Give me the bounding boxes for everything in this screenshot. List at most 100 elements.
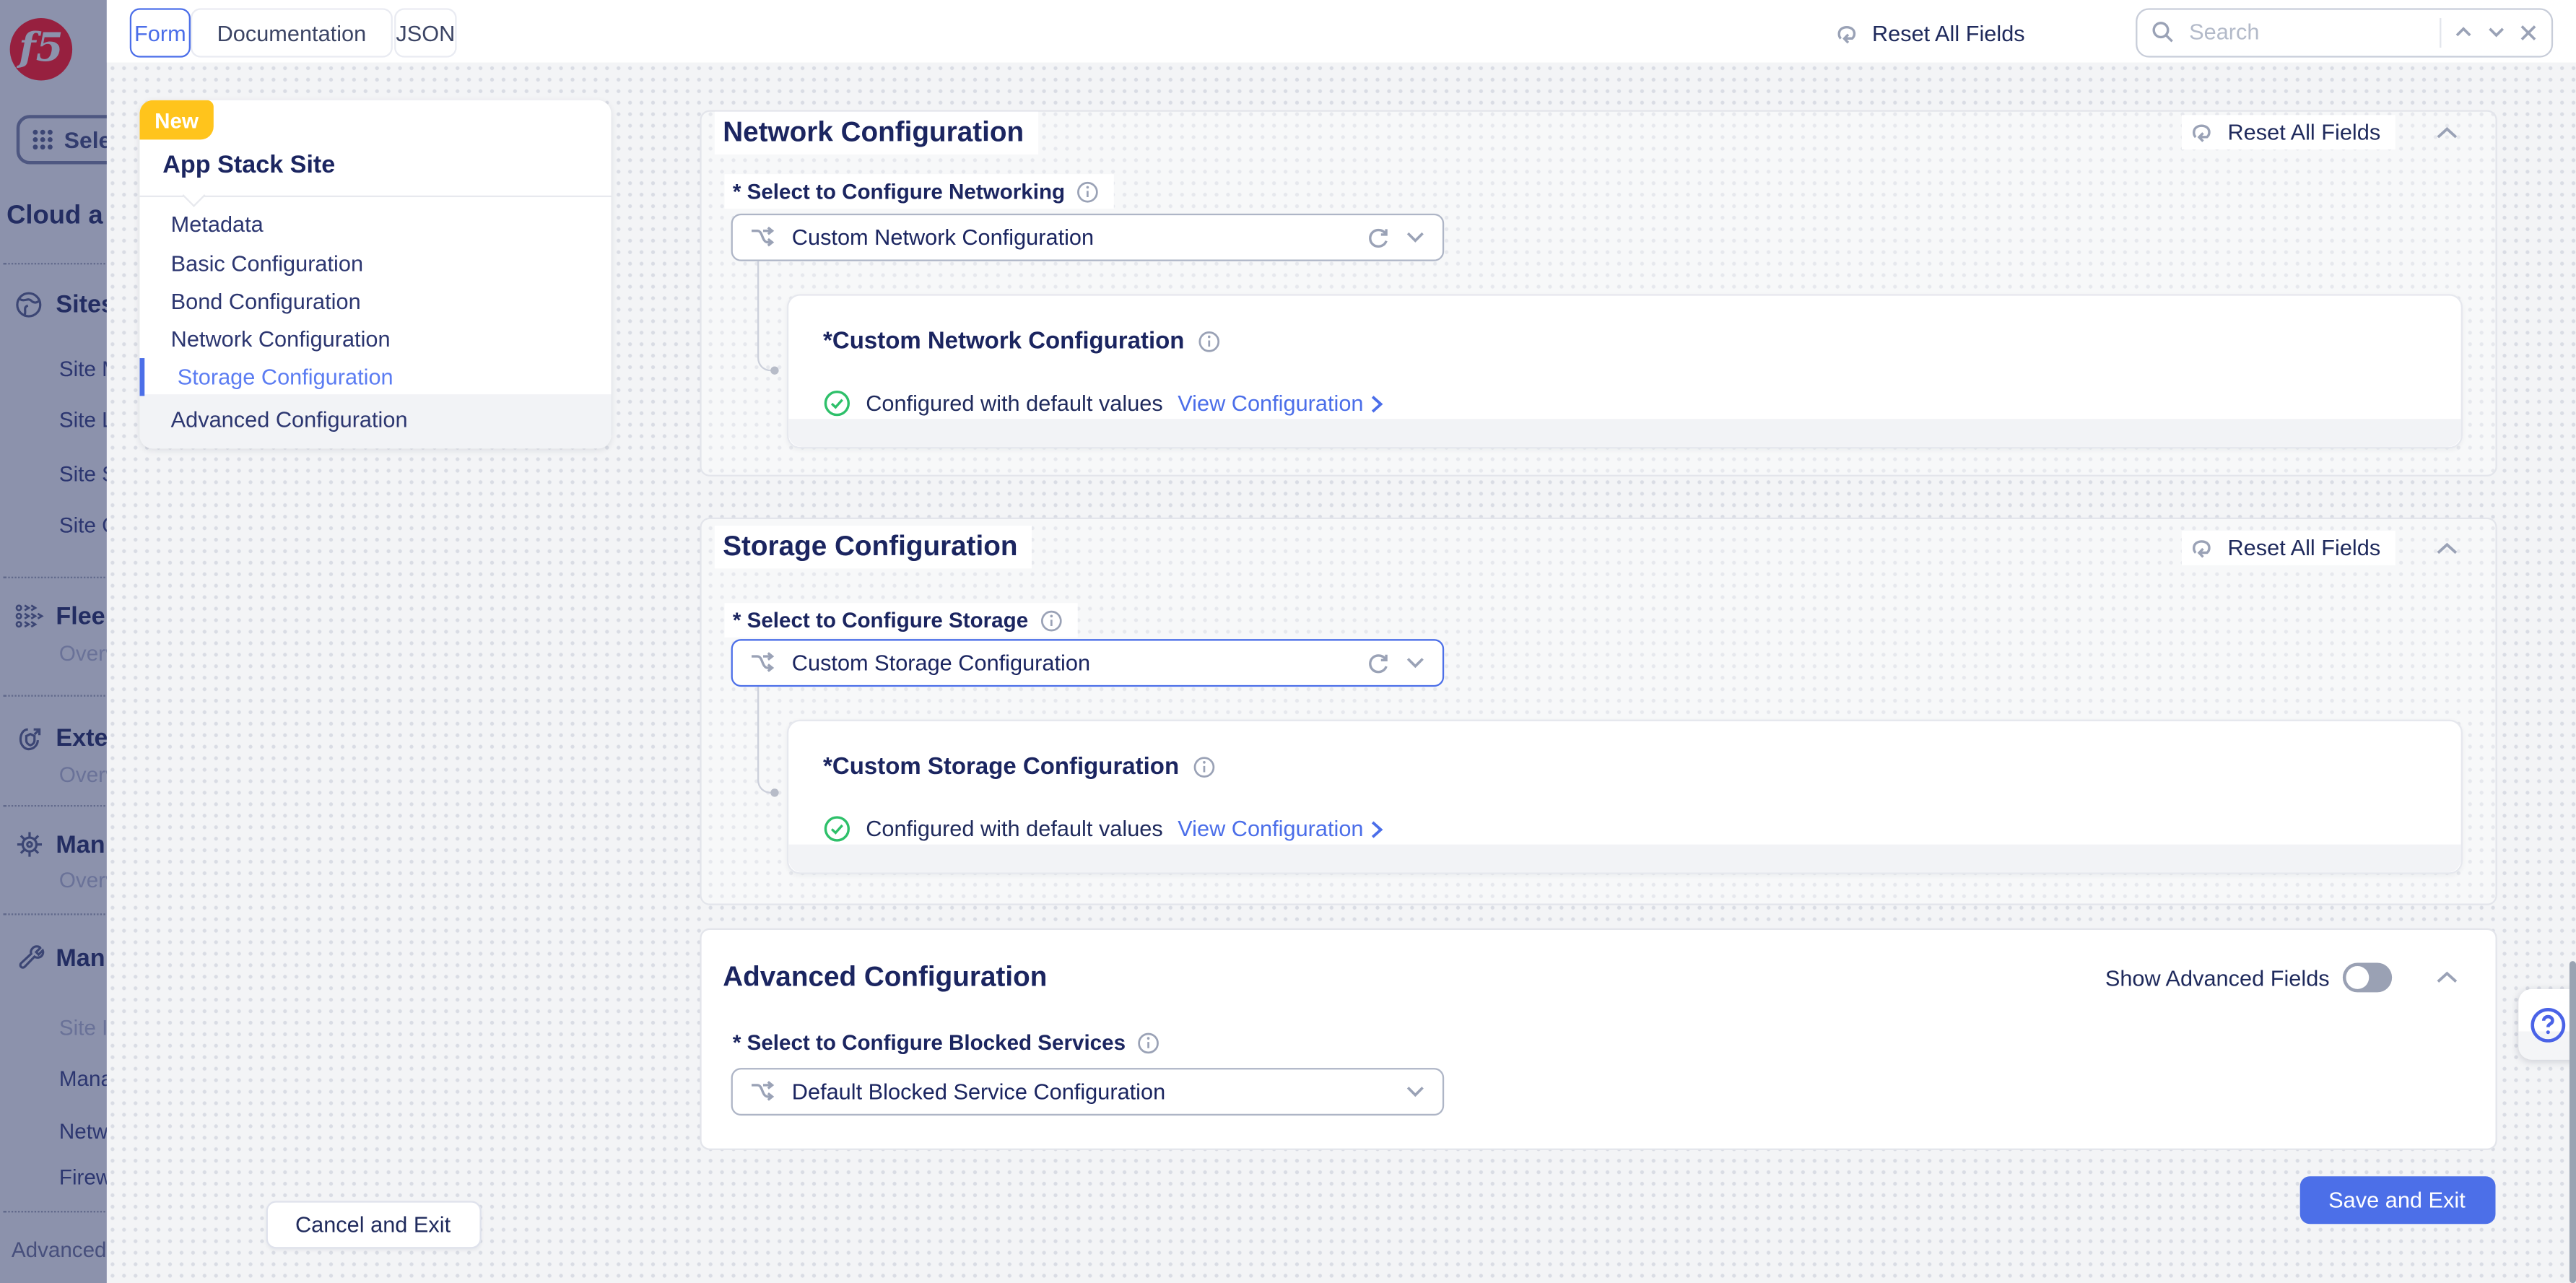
undo-icon (2190, 536, 2216, 560)
sidebar-item-manage[interactable]: Man (56, 944, 105, 973)
select-service-label: Sele (64, 126, 106, 152)
blocked-services-select[interactable]: Default Blocked Service Configuration (731, 1068, 1445, 1115)
sidebar-item-managed-overview[interactable]: Overv (59, 867, 106, 892)
show-advanced-fields-label: Show Advanced Fields (2105, 965, 2330, 990)
page-title: App Stack Site (162, 151, 335, 179)
sidebar-item-site-instructions[interactable]: Site I (59, 1015, 106, 1040)
view-configuration-link[interactable]: View Configuration (1178, 817, 1383, 841)
scrollbar-thumb[interactable] (2569, 961, 2576, 1283)
search-box (2135, 8, 2552, 56)
chevron-down-icon[interactable] (1405, 1084, 1427, 1099)
one-of-branch-icon (749, 649, 778, 677)
shield-arrow-icon (14, 724, 44, 754)
section-reset-button[interactable]: Reset All Fields (2182, 115, 2396, 149)
show-advanced-fields-toggle[interactable] (2343, 962, 2392, 992)
sidebar-item-site-m[interactable]: Site M (59, 357, 106, 381)
info-icon[interactable] (1076, 180, 1100, 203)
nav-item-bond-configuration[interactable]: Bond Configuration (139, 282, 611, 320)
search-icon (2150, 20, 2175, 45)
sidebar-item-site-s[interactable]: Site S (59, 461, 106, 486)
one-of-branch-icon (749, 1078, 778, 1106)
storage-select[interactable]: Custom Storage Configuration (731, 639, 1445, 687)
chevron-right-icon (1370, 393, 1383, 413)
help-button[interactable] (2518, 989, 2576, 1060)
nested-card-footer (788, 419, 2460, 447)
divider (4, 913, 105, 915)
nav-item-advanced-configuration[interactable]: Advanced Configuration (139, 401, 611, 438)
refresh-icon[interactable] (1367, 651, 1390, 674)
nav-item-metadata[interactable]: Metadata (139, 205, 611, 243)
form-modal: Form Documentation JSON Reset All Fields (106, 0, 2576, 1283)
divider (4, 577, 105, 578)
status-text: Configured with default values (866, 391, 1163, 416)
nested-card-title-text: *Custom Network Configuration (823, 329, 1184, 355)
refresh-icon[interactable] (1367, 226, 1390, 249)
section-advanced-configuration: Advanced Configuration Show Advanced Fie… (700, 928, 2497, 1150)
toggle-knob (2346, 966, 2369, 989)
nav-item-storage-configuration[interactable]: Storage Configuration (139, 358, 611, 396)
tab-form[interactable]: Form (130, 8, 191, 57)
helm-icon (14, 830, 44, 859)
nested-network-card: *Custom Network Configuration Configured… (787, 294, 2463, 448)
undo-icon (2190, 120, 2216, 144)
section-title: Advanced Configuration (715, 956, 1062, 999)
chevron-up-icon[interactable] (2434, 970, 2459, 986)
tab-documentation[interactable]: Documentation (191, 8, 393, 57)
search-next-icon[interactable] (2485, 22, 2507, 43)
sidebar-item-site-l[interactable]: Site L (59, 407, 106, 432)
sidebar-item-firewall[interactable]: Firew (59, 1165, 106, 1189)
sidebar-item-fleet[interactable]: Flee (56, 603, 105, 631)
info-icon[interactable] (1040, 609, 1063, 632)
sidebar-item-managed-k8s[interactable]: Man (56, 831, 105, 859)
sidebar-item-site-c[interactable]: Site C (59, 513, 106, 537)
search-input[interactable] (2186, 19, 2428, 47)
info-icon[interactable] (1192, 756, 1215, 779)
divider (2439, 17, 2440, 47)
sidebar-item-sites[interactable]: Sites (56, 291, 105, 319)
nav-item-label: Storage Configuration (178, 365, 393, 389)
reset-all-fields-button[interactable]: Reset All Fields (1835, 12, 2025, 54)
section-actions: Reset All Fields (2182, 531, 2460, 565)
search-close-icon[interactable] (2518, 22, 2537, 42)
sidebar-item-external[interactable]: Exte (56, 724, 105, 752)
field-label-text: * Select to Configure Blocked Services (733, 1030, 1126, 1055)
view-configuration-label: View Configuration (1178, 391, 1363, 416)
form-nav-panel: New App Stack Site Metadata Basic Config… (139, 100, 611, 448)
save-and-exit-label: Save and Exit (2328, 1188, 2466, 1212)
section-reset-button[interactable]: Reset All Fields (2182, 531, 2396, 565)
chevron-up-icon[interactable] (2434, 124, 2459, 141)
nav-item-network-configuration[interactable]: Network Configuration (139, 321, 611, 358)
nav-item-basic-configuration[interactable]: Basic Configuration (139, 245, 611, 282)
chevron-up-icon[interactable] (2434, 540, 2459, 557)
status-row: Configured with default values View Conf… (823, 389, 1383, 417)
sidebar-item-external-overview[interactable]: Overv (59, 762, 106, 787)
sidebar-advanced-toggle[interactable]: Advanced (12, 1237, 106, 1261)
info-icon[interactable] (1137, 1031, 1160, 1054)
divider (4, 695, 105, 697)
question-circle-icon (2528, 1004, 2567, 1044)
chevron-down-icon[interactable] (1405, 230, 1427, 245)
save-and-exit-button[interactable]: Save and Exit (2299, 1176, 2495, 1224)
cancel-and-exit-button[interactable]: Cancel and Exit (265, 1201, 480, 1248)
divider (4, 805, 105, 806)
sidebar-item-networking[interactable]: Netw (59, 1119, 106, 1144)
search-prev-icon[interactable] (2452, 22, 2473, 43)
sidebar-item-management[interactable]: Mana (59, 1066, 106, 1091)
nested-card-title: *Custom Network Configuration (823, 329, 1220, 355)
wrench-icon (14, 943, 44, 973)
section-network-configuration: Network Configuration Reset All Fields *… (700, 110, 2497, 476)
select-service-button[interactable]: Sele (17, 115, 106, 164)
network-select[interactable]: Custom Network Configuration (731, 214, 1445, 261)
fleet-icon (14, 603, 44, 629)
info-icon[interactable] (1198, 330, 1221, 353)
section-actions: Reset All Fields (2182, 115, 2460, 149)
chevron-down-icon[interactable] (1405, 656, 1427, 670)
field-label: * Select to Configure Networking (724, 174, 1114, 209)
sidebar-item-fleet-overview[interactable]: Overv (59, 640, 106, 665)
tab-form-label: Form (134, 20, 186, 45)
view-configuration-link[interactable]: View Configuration (1178, 391, 1383, 416)
section-actions: Show Advanced Fields (2105, 962, 2460, 992)
view-configuration-label: View Configuration (1178, 817, 1363, 841)
network-select-value: Custom Network Configuration (792, 225, 1094, 250)
tab-json[interactable]: JSON (394, 8, 456, 57)
